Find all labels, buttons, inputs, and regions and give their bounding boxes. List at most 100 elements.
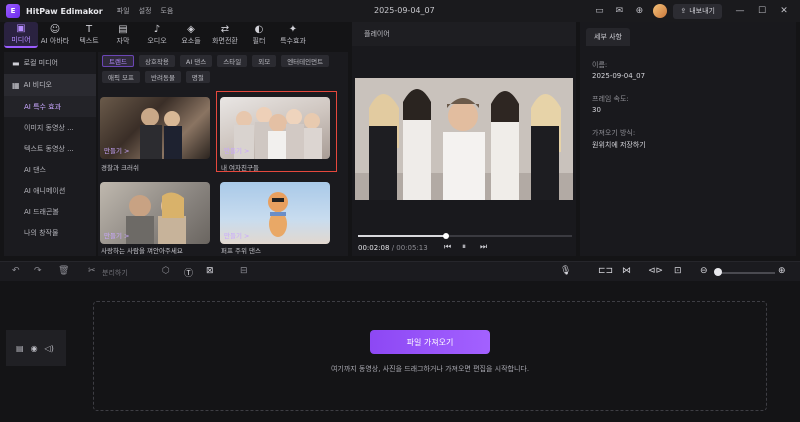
fit-timeline-icon[interactable]: ⊡: [674, 266, 682, 276]
link-icon[interactable]: ⊏⊐: [598, 266, 613, 276]
sidebar-subitem[interactable]: AI 애니메이션: [4, 180, 96, 201]
menu-help[interactable]: 도움: [160, 6, 173, 16]
sidebar-subitem[interactable]: AI 드래곤볼: [4, 201, 96, 222]
tab-audio[interactable]: ♪ 오디오: [140, 22, 174, 48]
magnet-icon[interactable]: ⋈: [622, 266, 631, 276]
sidebar-item-label: AI 비디오: [23, 81, 52, 89]
transition-icon: ⇄: [220, 24, 230, 35]
player-title: 플레이어: [352, 22, 576, 46]
titlebar-actions: ▭ ✉ ⊕ ⇪ 내보내기 — ☐ ✕: [593, 0, 800, 22]
close-icon[interactable]: ✕: [778, 6, 790, 16]
folder-icon: ▬: [12, 58, 20, 68]
filter-chip[interactable]: 외모: [252, 55, 277, 67]
zoom-slider-knob[interactable]: [714, 268, 722, 276]
delete-icon[interactable]: 🗑: [58, 266, 69, 276]
card-cta: 만들기 >: [104, 147, 130, 155]
pause-icon[interactable]: ⏸: [462, 242, 466, 252]
track-visibility-icon[interactable]: ◉: [31, 344, 38, 353]
maximize-icon[interactable]: ☐: [756, 6, 768, 16]
sidebar-subitem[interactable]: 텍스트 동영상 ...: [4, 138, 96, 159]
effect-card-dance[interactable]: 만들기 >: [220, 182, 330, 244]
split-icon[interactable]: ✂: [88, 266, 96, 276]
tab-effects[interactable]: ✦ 특수효과: [276, 22, 310, 48]
undo-icon[interactable]: ↶: [12, 266, 20, 276]
app-title: HitPaw Edimakor: [26, 6, 103, 16]
tab-filter[interactable]: ◐ 필터: [242, 22, 276, 48]
menu-file[interactable]: 파일: [117, 6, 130, 16]
filter-chips: 트렌드 상호작용 AI 댄스 스타일 외모 엔터테인먼트애픽 모프 반려동물 명절: [98, 52, 338, 83]
tab-media[interactable]: ▣ 미디어: [4, 22, 38, 48]
zoom-in-icon[interactable]: ⊕: [778, 266, 786, 276]
tab-transition[interactable]: ⇄ 화면전환: [208, 22, 242, 48]
ai-video-icon: ▦: [12, 80, 20, 90]
import-file-button[interactable]: 파일 가져오기: [370, 330, 490, 354]
marker-icon[interactable]: ⬡: [162, 266, 170, 276]
export-label: 내보내기: [689, 7, 715, 15]
freeze-icon[interactable]: ⊟: [240, 266, 248, 276]
mic-icon[interactable]: 🎙: [560, 266, 571, 276]
card-cta: 만들기 >: [224, 232, 250, 240]
sidebar-subitem[interactable]: AI 특수 효과: [4, 96, 96, 117]
sidebar: ▬ 로컬 미디어 ▦ AI 비디오 AI 특수 효과 이미지 동영상 ... 텍스트…: [4, 52, 96, 256]
filter-chip[interactable]: 엔터테인먼트: [281, 55, 330, 67]
app-logo-icon: E: [6, 4, 20, 18]
effect-card-hug[interactable]: 만들기 >: [100, 182, 210, 244]
tab-elements[interactable]: ◈ 요소들: [174, 22, 208, 48]
crop-icon[interactable]: ⊠: [206, 266, 214, 276]
redo-icon[interactable]: ↷: [34, 266, 42, 276]
tab-label: 요소들: [181, 37, 201, 45]
track-header: ▤ ◉ ◁): [6, 330, 66, 366]
name-label: 이름:: [592, 61, 608, 69]
tab-details[interactable]: 세부 사항: [586, 28, 630, 46]
minimize-icon[interactable]: —: [734, 6, 746, 16]
split-label: 분리하기: [102, 269, 128, 277]
prev-frame-icon[interactable]: ⏮: [444, 242, 451, 252]
filter-chip[interactable]: 반려동물: [145, 71, 181, 83]
subtitle-icon: ▤: [118, 24, 128, 35]
filter-chip[interactable]: 애픽 모프: [102, 71, 140, 83]
player-panel: 플레이어 00:02:08 / 00:05:13 ⏮ ⏸ ⏭: [352, 22, 576, 256]
effects-icon: ✦: [288, 24, 298, 35]
effect-card-police[interactable]: 만들기 >: [100, 97, 210, 159]
audio-icon: ♪: [153, 24, 161, 35]
playback-progress-bar[interactable]: [358, 233, 572, 239]
text-icon: T: [85, 24, 93, 35]
zoom-out-icon[interactable]: ⊖: [700, 266, 708, 276]
sidebar-subitem[interactable]: 나의 창작물: [4, 222, 96, 243]
tab-text[interactable]: T 텍스트: [72, 22, 106, 48]
video-preview[interactable]: [355, 78, 573, 200]
preview-mode-icon[interactable]: ⊲⊳: [648, 266, 663, 276]
sidebar-subitem[interactable]: AI 댄스: [4, 159, 96, 180]
timeline-toolbar: ↶ ↷ 🗑 ✂ 분리하기 ⬡ Ⓣ ⊠ ⊟ 🎙 ⊏⊐ ⋈ ⊲⊳ ⊡ ⊖ ⊕: [0, 261, 800, 281]
filter-chip[interactable]: 상호작용: [138, 55, 175, 67]
filter-chip[interactable]: 명절: [185, 71, 210, 83]
layout-icon[interactable]: ▭: [593, 5, 605, 17]
card-label: 경찰과 크러쉬: [101, 164, 139, 172]
text-tool-icon[interactable]: Ⓣ: [184, 266, 193, 279]
ai-avatar-icon: ☺: [49, 24, 61, 35]
sidebar-item-local-media[interactable]: ▬ 로컬 미디어: [4, 52, 96, 74]
download-icon[interactable]: ⊕: [633, 5, 645, 17]
progress-knob[interactable]: [442, 233, 449, 239]
tab-ai-avatar[interactable]: ☺ AI 아바타: [38, 22, 72, 48]
tab-subtitle[interactable]: ▤ 자막: [106, 22, 140, 48]
drop-zone[interactable]: [93, 301, 767, 411]
project-title: 2025-09-04_07: [374, 6, 435, 15]
fps-label: 프레임 속도:: [592, 95, 629, 103]
card-label: 사랑하는 사람을 껴안아주세요: [101, 247, 183, 255]
track-audio-icon[interactable]: ◁): [45, 344, 54, 353]
export-button[interactable]: ⇪ 내보내기: [673, 3, 722, 19]
zoom-slider[interactable]: [715, 272, 775, 274]
filter-chip[interactable]: AI 댄스: [179, 55, 213, 67]
filter-chip[interactable]: 트렌드: [102, 55, 134, 67]
feedback-icon[interactable]: ✉: [613, 5, 625, 17]
properties-panel: 세부 사항 이름: 2025-09-04_07 프레임 속도: 30 가져오기 …: [580, 22, 796, 256]
avatar[interactable]: [653, 4, 668, 18]
sidebar-subitem[interactable]: 이미지 동영상 ...: [4, 117, 96, 138]
track-lock-icon[interactable]: ▤: [16, 344, 24, 353]
sidebar-item-ai-video[interactable]: ▦ AI 비디오: [4, 74, 96, 96]
filter-chip[interactable]: 스타일: [217, 55, 248, 67]
menu-settings[interactable]: 설정: [139, 6, 152, 16]
progress-fill: [358, 235, 446, 237]
next-frame-icon[interactable]: ⏭: [480, 242, 487, 252]
